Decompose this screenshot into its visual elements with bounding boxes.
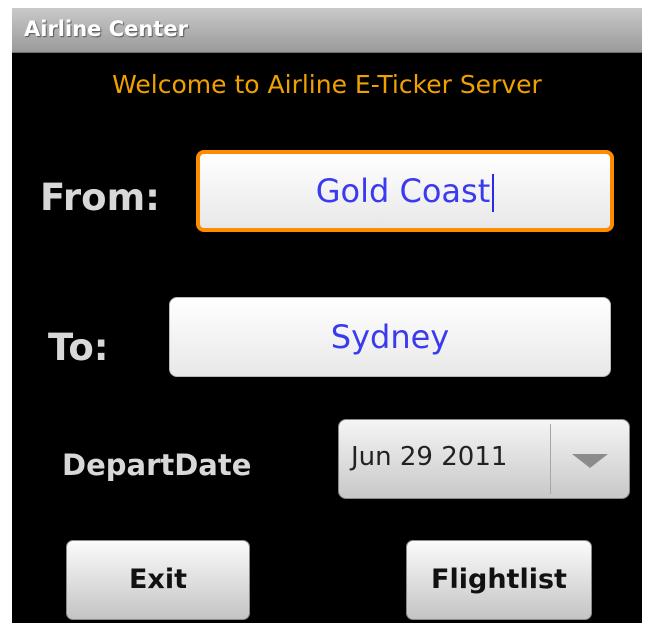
depart-date-value: Jun 29 2011 [351, 442, 508, 472]
flightlist-button[interactable]: Flightlist [406, 540, 592, 620]
spinner-divider [550, 424, 551, 494]
exit-button[interactable]: Exit [66, 540, 250, 620]
text-cursor [492, 174, 495, 212]
welcome-text: Welcome to Airline E-Ticker Server [112, 70, 542, 99]
depart-date-spinner[interactable]: Jun 29 2011 [338, 419, 630, 499]
to-input-value: Sydney [330, 318, 450, 356]
from-input[interactable]: Gold Coast [196, 150, 614, 232]
title-bar: Airline Center [12, 8, 642, 53]
depart-date-label: DepartDate [62, 448, 252, 482]
app-screen: Airline Center Welcome to Airline E-Tick… [12, 8, 642, 623]
app-title: Airline Center [24, 17, 188, 41]
from-label: From: [40, 176, 160, 219]
to-input[interactable]: Sydney [169, 297, 611, 377]
chevron-down-icon[interactable] [572, 454, 608, 468]
from-input-value: Gold Coast [315, 172, 491, 210]
to-label: To: [48, 326, 109, 369]
